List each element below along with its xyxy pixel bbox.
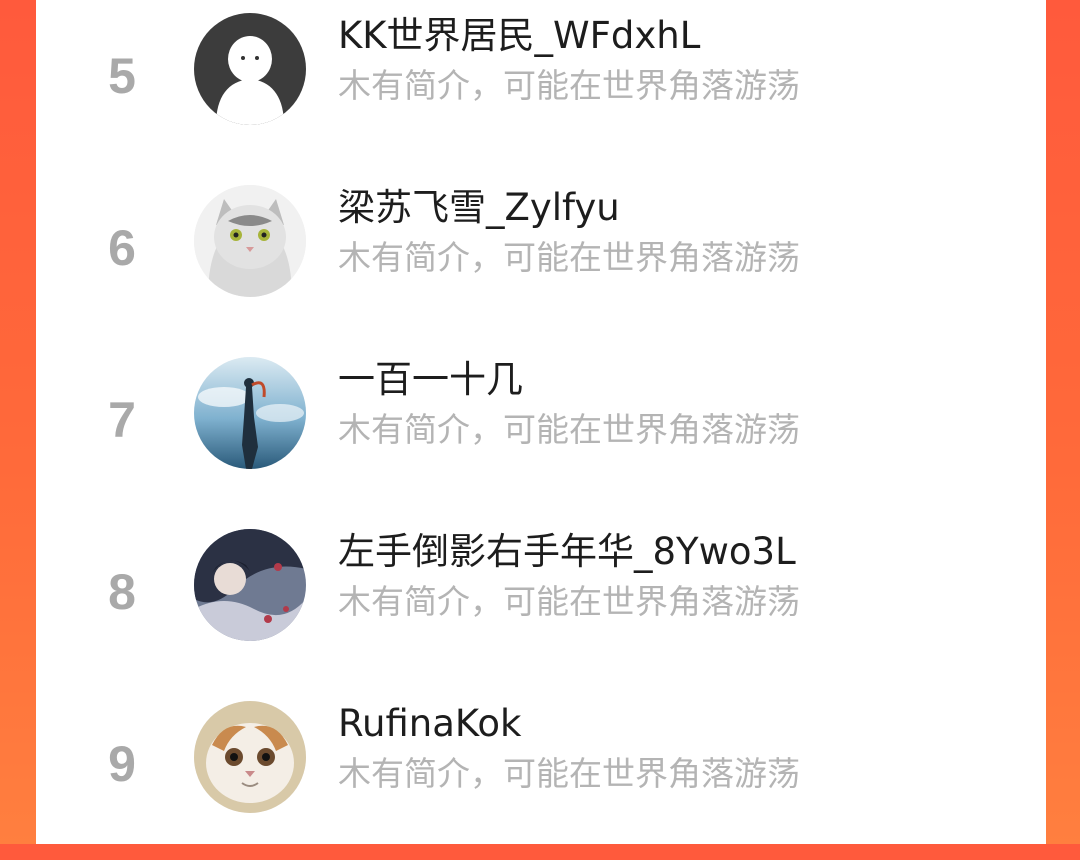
rank-number: 7 bbox=[108, 392, 136, 448]
list-item[interactable]: 9 RufinaKok 木有简介，可能在世界角落游荡 bbox=[36, 688, 1046, 860]
user-name[interactable]: 梁苏飞雪_Zylfyu bbox=[338, 186, 620, 230]
cat-avatar-icon[interactable] bbox=[194, 185, 306, 297]
user-bio: 木有简介，可能在世界角落游荡 bbox=[338, 754, 800, 793]
user-bio: 木有简介，可能在世界角落游荡 bbox=[338, 410, 800, 449]
user-name[interactable]: 一百一十几 bbox=[338, 358, 523, 402]
user-name[interactable]: 左手倒影右手年华_8Ywo3L bbox=[338, 530, 796, 574]
list-item[interactable]: 8 左手倒影右手年华_8Ywo3L 木有简介，可能在世界角落游荡 bbox=[36, 516, 1046, 688]
user-bio: 木有简介，可能在世界角落游荡 bbox=[338, 238, 800, 277]
rank-number: 5 bbox=[108, 48, 136, 104]
list-item[interactable]: 7 一百一十几 木有简介，可能在世界角落游荡 bbox=[36, 344, 1046, 516]
rank-number: 8 bbox=[108, 564, 136, 620]
list-item[interactable]: 5 KK世界居民_WFdxhL 木有简介，可能在世界角落游荡 bbox=[36, 0, 1046, 172]
exotic-cat-avatar-icon[interactable] bbox=[194, 701, 306, 813]
ranking-list-panel: 5 KK世界居民_WFdxhL 木有简介，可能在世界角落游荡 6 梁苏飞雪_Zy… bbox=[36, 0, 1046, 844]
user-bio: 木有简介，可能在世界角落游荡 bbox=[338, 66, 800, 105]
rank-number: 9 bbox=[108, 736, 136, 792]
user-name[interactable]: KK世界居民_WFdxhL bbox=[338, 14, 700, 58]
user-bio: 木有简介，可能在世界角落游荡 bbox=[338, 582, 800, 621]
anime-art-avatar-icon[interactable] bbox=[194, 529, 306, 641]
user-name[interactable]: RufinaKok bbox=[338, 702, 521, 746]
rank-number: 6 bbox=[108, 220, 136, 276]
sky-figure-avatar-icon[interactable] bbox=[194, 357, 306, 469]
ghost-default-avatar-icon[interactable] bbox=[194, 13, 306, 125]
list-item[interactable]: 6 梁苏飞雪_Zylfyu 木有简介，可能在世界角落游荡 bbox=[36, 172, 1046, 344]
